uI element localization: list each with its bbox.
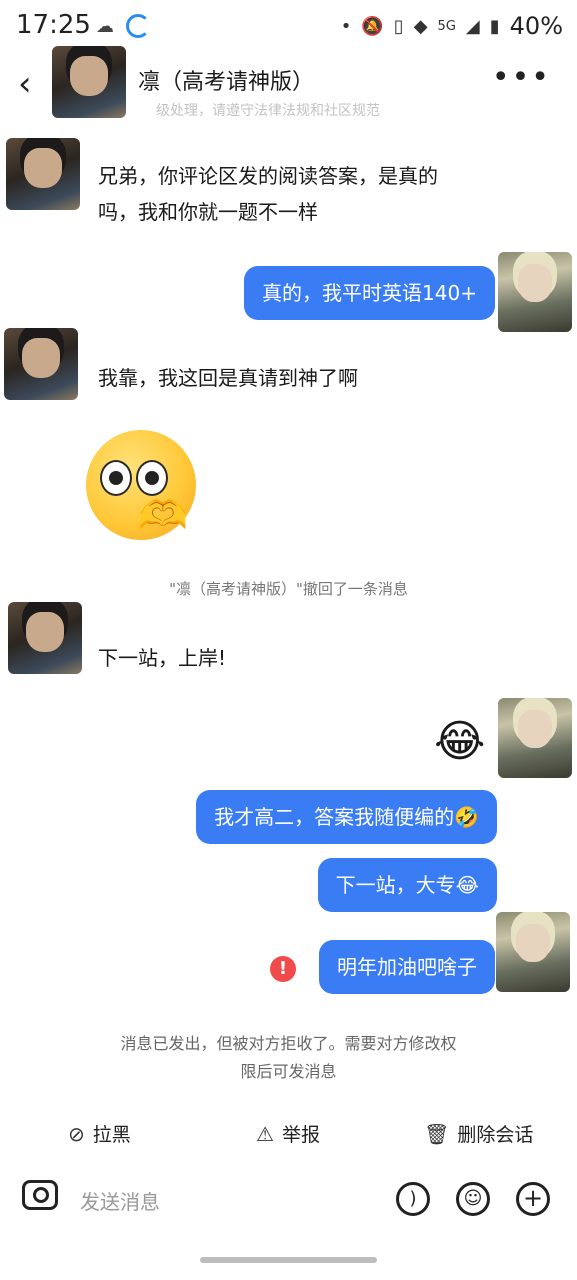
contact-avatar[interactable] bbox=[4, 328, 78, 400]
back-chevron-icon[interactable]: ‹ bbox=[18, 64, 32, 104]
wifi-icon: ◆ bbox=[413, 15, 428, 37]
sticker-eye bbox=[100, 460, 132, 496]
message-input[interactable]: 发送消息 bbox=[80, 1186, 160, 1215]
message-incoming[interactable]: 兄弟，你评论区发的阅读答案，是真的 吗，我和你就一题不一样 bbox=[98, 158, 438, 230]
sticker-message[interactable]: 🫶 bbox=[86, 430, 226, 550]
block-label: 拉黑 bbox=[92, 1124, 131, 1146]
reject-notice-line: 限后可发消息 bbox=[240, 1062, 337, 1081]
send-failed-icon[interactable]: ! bbox=[270, 956, 296, 982]
my-avatar[interactable] bbox=[498, 252, 572, 332]
mute-icon: 🔕 bbox=[361, 15, 384, 37]
status-time: 17:25 bbox=[16, 10, 91, 40]
more-menu-icon[interactable]: ••• bbox=[492, 60, 551, 95]
heart-hands-emoji: 🫶 bbox=[138, 493, 188, 539]
status-bar: 17:25 ☁ • 🔕 ▯ ◆ 5G ◢ ▮ 40% bbox=[0, 0, 577, 52]
reject-notice: 消息已发出，但被对方拒收了。需要对方修改权 限后可发消息 bbox=[0, 1030, 577, 1086]
delete-label: 删除会话 bbox=[457, 1124, 534, 1146]
dot-icon: • bbox=[340, 15, 352, 37]
battery-icon: ▮ bbox=[489, 15, 500, 37]
block-button[interactable]: ⊘ 拉黑 bbox=[68, 1120, 131, 1147]
warning-icon: ⚠ bbox=[256, 1121, 274, 1146]
nfc-icon: ▯ bbox=[393, 15, 404, 37]
message-outgoing-failed[interactable]: 明年加油吧啥子 bbox=[319, 940, 495, 994]
signal-icon: ◢ bbox=[465, 15, 480, 37]
weather-icon: ☁ bbox=[96, 16, 114, 37]
app-notification-icon bbox=[126, 14, 150, 38]
my-avatar[interactable] bbox=[498, 698, 572, 778]
faded-notice: 级处理，请遵守法律法规和社区规范 bbox=[156, 103, 380, 119]
message-outgoing[interactable]: 下一站，大专😂 bbox=[317, 858, 497, 912]
message-incoming[interactable]: 我靠，我这回是真请到神了啊 bbox=[98, 360, 358, 396]
sticker-eye bbox=[136, 460, 168, 496]
battery-percent: 40% bbox=[509, 12, 563, 40]
home-indicator[interactable] bbox=[200, 1257, 377, 1263]
report-button[interactable]: ⚠ 举报 bbox=[256, 1120, 320, 1147]
chat-title[interactable]: 凛（高考请神版） bbox=[138, 64, 314, 96]
plus-icon[interactable]: + bbox=[516, 1182, 550, 1216]
trash-icon: 🗑 bbox=[424, 1121, 450, 1146]
contact-avatar[interactable] bbox=[6, 138, 80, 210]
recall-notice: "凛（高考请神版）"撤回了一条消息 bbox=[169, 580, 408, 598]
block-icon: ⊘ bbox=[68, 1121, 85, 1146]
voice-icon[interactable]: ) bbox=[396, 1182, 430, 1216]
message-outgoing[interactable]: 真的，我平时英语140+ bbox=[244, 266, 495, 320]
contact-avatar[interactable] bbox=[52, 46, 126, 118]
contact-avatar[interactable] bbox=[8, 602, 82, 674]
network-label: 5G bbox=[437, 18, 456, 34]
delete-chat-button[interactable]: 🗑 删除会话 bbox=[424, 1120, 533, 1147]
camera-icon[interactable] bbox=[22, 1180, 58, 1210]
message-incoming[interactable]: 下一站，上岸! bbox=[98, 640, 226, 676]
emoji-icon[interactable]: ☺ bbox=[456, 1182, 490, 1216]
laughing-emoji-message[interactable]: 😂 bbox=[434, 716, 485, 767]
message-outgoing[interactable]: 我才高二，答案我随便编的🤣 bbox=[196, 790, 497, 844]
message-text-line: 兄弟，你评论区发的阅读答案，是真的 bbox=[98, 164, 438, 188]
status-right: • 🔕 ▯ ◆ 5G ◢ ▮ 40% bbox=[341, 12, 563, 40]
report-label: 举报 bbox=[281, 1124, 320, 1146]
message-text-line: 吗，我和你就一题不一样 bbox=[98, 200, 318, 224]
reject-notice-line: 消息已发出，但被对方拒收了。需要对方修改权 bbox=[120, 1034, 457, 1053]
my-avatar[interactable] bbox=[496, 912, 570, 992]
